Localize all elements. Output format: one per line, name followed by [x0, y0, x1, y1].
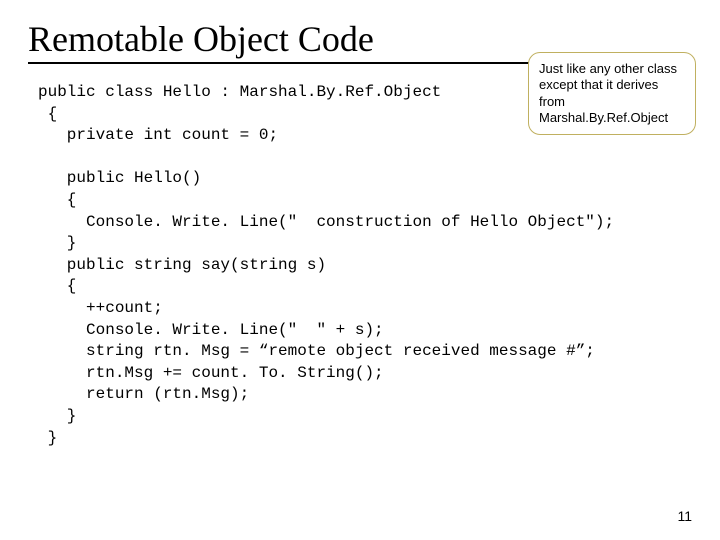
code-line: {: [38, 277, 76, 295]
code-line: Console. Write. Line(" " + s);: [38, 321, 384, 339]
code-line: public string say(string s): [38, 256, 326, 274]
code-line: public Hello(): [38, 169, 201, 187]
code-line: }: [38, 429, 57, 447]
page-number: 11: [677, 508, 692, 524]
code-line: public class Hello : Marshal.By.Ref.Obje…: [38, 83, 441, 101]
code-line: {: [38, 191, 76, 209]
code-line: {: [38, 105, 57, 123]
code-line: return (rtn.Msg);: [38, 385, 249, 403]
code-line: string rtn. Msg = “remote object receive…: [38, 342, 595, 360]
code-line: private int count = 0;: [38, 126, 278, 144]
code-line: }: [38, 234, 76, 252]
code-line: ++count;: [38, 299, 163, 317]
code-line: Console. Write. Line(" construction of H…: [38, 213, 614, 231]
code-block: public class Hello : Marshal.By.Ref.Obje…: [28, 82, 692, 449]
code-line: rtn.Msg += count. To. String();: [38, 364, 384, 382]
callout-note: Just like any other class except that it…: [528, 52, 696, 135]
code-line: }: [38, 407, 76, 425]
